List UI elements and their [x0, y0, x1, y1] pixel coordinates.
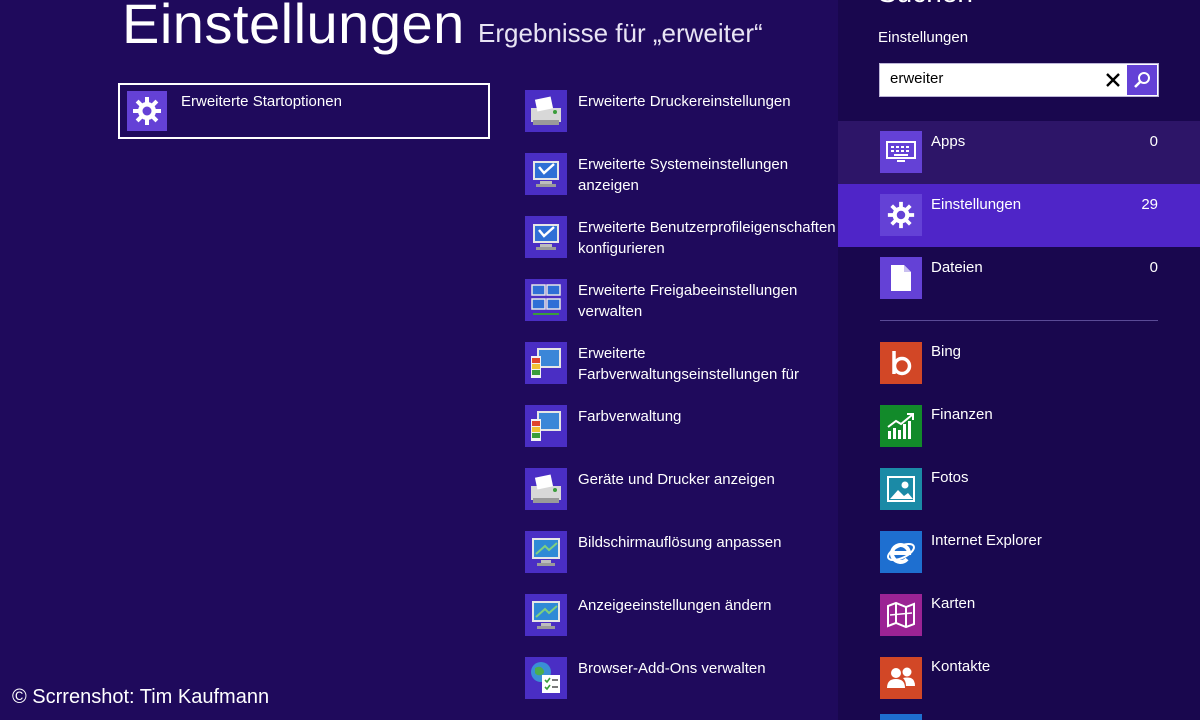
search-button[interactable] [1127, 65, 1157, 95]
printer-icon [525, 468, 567, 510]
app-bing[interactable]: Bing [838, 342, 1200, 405]
search-scope-label: Einstellungen [878, 29, 969, 46]
app-maps[interactable]: Karten [838, 594, 1200, 657]
results-area: Einstellungen Ergebnisse für „erweiter“ … [0, 0, 838, 720]
gear-icon [127, 91, 167, 131]
result-count: 0 [1149, 133, 1158, 150]
search-icon [1134, 72, 1150, 88]
scope-label: Einstellungen [931, 196, 1022, 213]
system-monitor-icon [525, 153, 567, 195]
result-item-label: Erweiterte Druckereinstellungen [578, 93, 791, 110]
scope-settings[interactable]: Einstellungen 29 [838, 184, 1200, 247]
printer-icon [525, 90, 567, 132]
charm-heading: Suchen [878, 0, 973, 8]
map-icon [880, 594, 922, 636]
result-item[interactable]: Erweiterte Systemeinstellungen anzeigen [524, 153, 838, 197]
app-contacts[interactable]: Kontakte [838, 657, 1200, 720]
result-item[interactable]: Farbverwaltung [524, 405, 838, 449]
result-item-label: Browser-Add-Ons verwalten [578, 660, 766, 677]
copyright-notice: © Scrrenshot: Tim Kaufmann [12, 686, 270, 708]
app-tile-partial [880, 714, 922, 720]
result-item-label: Erweiterte Startoptionen [181, 93, 342, 110]
result-item[interactable]: Bildschirmauflösung anpassen [524, 531, 838, 575]
display-icon [525, 531, 567, 573]
globe-checklist-icon [525, 657, 567, 699]
close-icon [1106, 72, 1120, 87]
finance-chart-icon [880, 405, 922, 447]
result-count: 29 [1141, 196, 1158, 213]
gear-icon [880, 194, 922, 236]
result-item-label: Erweiterte Benutzerprofileigenschaften k… [578, 219, 836, 257]
result-item[interactable]: Erweiterte Freigabeeinstellungen verwalt… [524, 279, 838, 323]
result-item-label: Erweiterte Systemeinstellungen anzeigen [578, 156, 789, 194]
result-item[interactable]: Erweiterte Benutzerprofileigenschaften k… [524, 216, 838, 260]
system-monitor-icon [525, 216, 567, 258]
app-photos[interactable]: Fotos [838, 468, 1200, 531]
page-title: Einstellungen [122, 0, 465, 55]
scope-label: Apps [931, 133, 966, 150]
scope-label: Dateien [931, 259, 983, 276]
color-management-icon [525, 342, 567, 384]
result-item-label: Erweiterte Freigabeeinstellungen verwalt… [578, 282, 798, 320]
result-item[interactable]: Geräte und Drucker anzeigen [524, 468, 838, 512]
clear-search-button[interactable] [1098, 64, 1128, 95]
result-item[interactable]: Erweiterte Druckereinstellungen [524, 90, 838, 134]
result-item-selected[interactable]: Erweiterte Startoptionen [118, 83, 490, 139]
result-item-label: Bildschirmauflösung anpassen [578, 534, 782, 551]
app-label: Internet Explorer [931, 532, 1042, 549]
results-heading: Ergebnisse für „erweiter“ [478, 18, 763, 48]
search-box [879, 63, 1159, 97]
result-item[interactable]: Erweiterte Farbverwaltungseinstellungen … [524, 342, 838, 386]
app-label: Bing [931, 343, 962, 360]
display-icon [525, 594, 567, 636]
internet-explorer-icon [880, 531, 922, 573]
result-item-label: Geräte und Drucker anzeigen [578, 471, 775, 488]
bing-icon [880, 342, 922, 384]
scope-apps[interactable]: Apps 0 [838, 121, 1200, 184]
photos-icon [880, 468, 922, 510]
search-input[interactable] [880, 64, 1100, 94]
document-icon [880, 257, 922, 299]
scope-files[interactable]: Dateien 0 [838, 247, 1200, 310]
color-management-icon [525, 405, 567, 447]
app-label: Finanzen [931, 406, 993, 423]
result-item[interactable]: Browser-Add-Ons verwalten [524, 657, 838, 701]
result-item[interactable]: Anzeigeeinstellungen ändern [524, 594, 838, 638]
app-internet-explorer[interactable]: Internet Explorer [838, 531, 1200, 594]
app-label: Kontakte [931, 658, 991, 675]
people-icon [880, 657, 922, 699]
result-item-label: Anzeigeeinstellungen ändern [578, 597, 772, 614]
result-item-label: Erweiterte Farbverwaltungseinstellungen … [578, 345, 799, 383]
app-label: Fotos [931, 469, 969, 486]
app-label: Karten [931, 595, 976, 612]
search-charm-panel: Suchen Einstellungen [838, 0, 1200, 720]
result-count: 0 [1149, 259, 1158, 276]
network-icon [525, 279, 567, 321]
divider [880, 320, 1158, 321]
keyboard-icon [880, 131, 922, 173]
app-finance[interactable]: Finanzen [838, 405, 1200, 468]
result-item-label: Farbverwaltung [578, 408, 682, 425]
